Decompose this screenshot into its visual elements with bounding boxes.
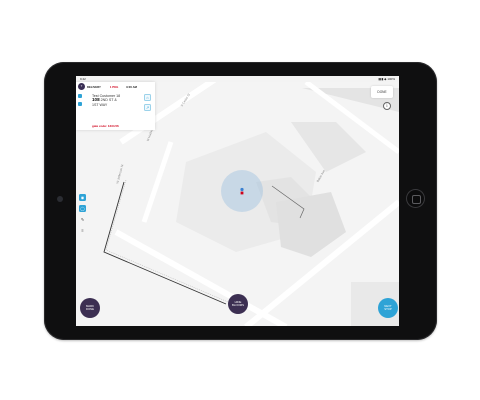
card-side-icons: [78, 94, 84, 106]
list-icon[interactable]: ≡: [79, 227, 86, 234]
map-tool-strip: ◉ ◯ ✎ ≡: [79, 194, 86, 234]
card-time: 9:00 AM: [126, 84, 137, 89]
road-left: [141, 141, 174, 223]
hide-blooms-line2: BLOOMS: [232, 303, 244, 307]
done-button[interactable]: DONE: [371, 86, 393, 98]
locate-icon[interactable]: ◉: [79, 194, 86, 201]
message-icon[interactable]: [78, 102, 82, 106]
card-type: DELIVERY: [87, 84, 101, 89]
hide-blooms-button[interactable]: HIDE BLOOMS: [228, 294, 248, 314]
card-header: T DELIVERY 1 PKG 9:00 AM: [76, 82, 155, 91]
ipad-device: 9:42 ▮▮▮ ◆ 100% S Cedar St W Hudson Ave …: [44, 62, 437, 340]
status-time: 9:42: [80, 77, 86, 81]
gate-code: gate code: 1234.56: [92, 124, 119, 128]
street-number: 108: [92, 97, 100, 103]
mark-done-button[interactable]: MARK DONE: [80, 298, 100, 318]
edit-icon[interactable]: ✎: [79, 216, 86, 223]
home-button[interactable]: [406, 189, 425, 208]
home-icon[interactable]: ⌂: [144, 94, 151, 101]
info-icon[interactable]: i: [383, 102, 391, 110]
card-actions: ⌂ ↗: [144, 94, 151, 111]
phone-icon[interactable]: [78, 94, 82, 98]
building-right: [276, 192, 346, 257]
status-indicators: ▮▮▮ ◆ 100%: [378, 77, 395, 81]
layers-icon[interactable]: ◯: [79, 205, 86, 212]
delivery-card[interactable]: T DELIVERY 1 PKG 9:00 AM Test Customer 1…: [76, 82, 155, 130]
screen: 9:42 ▮▮▮ ◆ 100% S Cedar St W Hudson Ave …: [76, 76, 399, 326]
street-name-2: 1ST WAY: [92, 102, 108, 107]
stage: 9:42 ▮▮▮ ◆ 100% S Cedar St W Hudson Ave …: [0, 0, 480, 400]
mark-done-line2: DONE: [85, 307, 95, 311]
street-name: 2ND ST &: [100, 98, 117, 103]
camera-icon: [57, 196, 63, 202]
avatar: T: [78, 83, 85, 90]
next-stop-button[interactable]: NEXT STOP: [378, 298, 398, 318]
location-pin-icon[interactable]: [238, 187, 246, 195]
card-flag: 1 PKG: [109, 84, 119, 89]
next-stop-line2: STOP: [384, 307, 392, 311]
card-body: Test Customer 18 108 2ND ST & 1ST WAY: [92, 94, 142, 107]
navigate-icon[interactable]: ↗: [144, 104, 151, 111]
